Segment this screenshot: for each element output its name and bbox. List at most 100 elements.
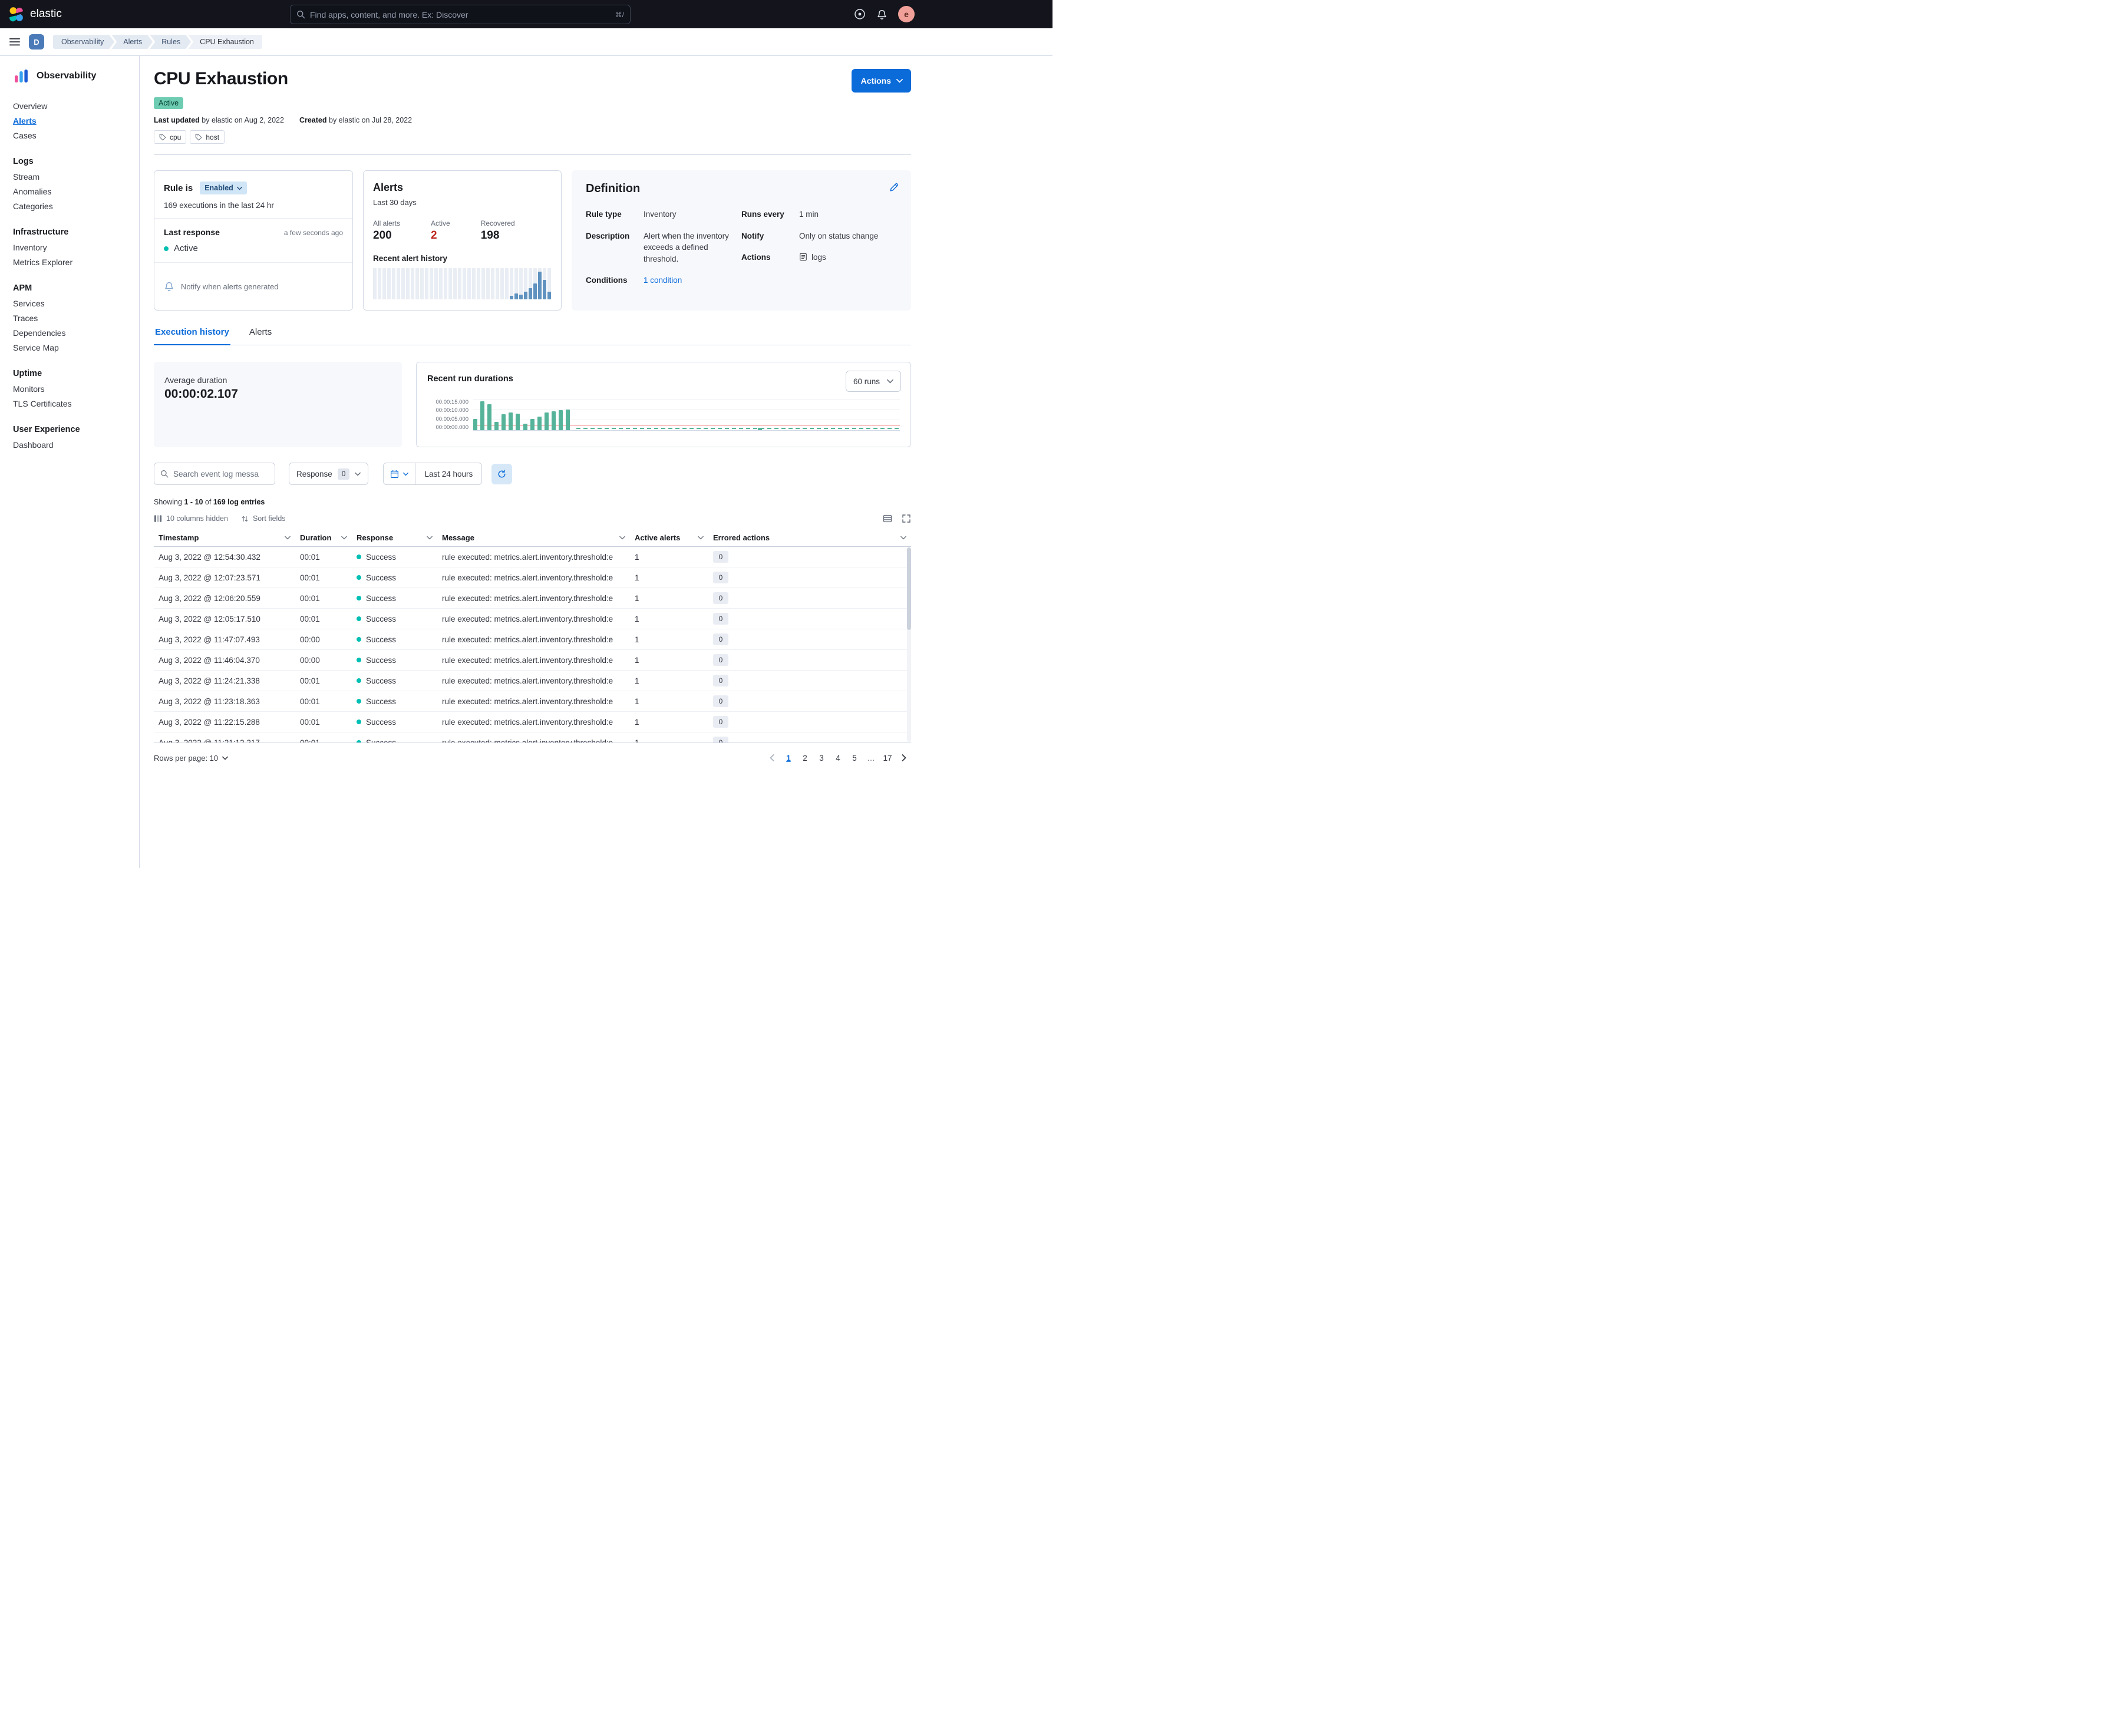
chevron-down-icon[interactable]: [341, 536, 347, 540]
column-header-active-alerts[interactable]: Active alerts: [630, 533, 708, 542]
history-bar-slot: [481, 268, 485, 299]
history-bar-slot: [373, 268, 377, 299]
actions-button[interactable]: Actions: [852, 69, 911, 93]
tag-badge-host[interactable]: host: [190, 130, 225, 144]
page-button-3[interactable]: 3: [814, 751, 829, 765]
page-button-17[interactable]: 17: [880, 751, 895, 765]
rows-per-page-button[interactable]: Rows per page: 10: [154, 754, 228, 763]
sidebar-item-traces[interactable]: Traces: [13, 311, 131, 325]
cell-errored-actions: 0: [708, 654, 911, 666]
date-picker-menu-button[interactable]: [384, 463, 415, 484]
history-bar-slot: [439, 268, 443, 299]
column-header-message[interactable]: Message: [437, 533, 630, 542]
chevron-down-icon[interactable]: [427, 536, 433, 540]
run-duration-bar: [509, 412, 513, 430]
history-bar-slot: [406, 268, 410, 299]
cell-duration: 00:01: [295, 594, 352, 603]
next-page-button[interactable]: [897, 751, 911, 765]
enabled-badge[interactable]: Enabled: [200, 181, 247, 194]
tab-execution-history[interactable]: Execution history: [154, 327, 230, 345]
sidebar-item-alerts[interactable]: Alerts: [13, 113, 131, 128]
history-bar-slot: [491, 268, 494, 299]
tag-icon: [195, 134, 202, 141]
sidebar-item-dashboard[interactable]: Dashboard: [13, 437, 131, 452]
executions-count: 169 executions in the last 24 hr: [164, 201, 343, 210]
refresh-button[interactable]: [491, 464, 512, 484]
fullscreen-icon[interactable]: [902, 514, 911, 523]
sidebar-item-stream[interactable]: Stream: [13, 169, 131, 184]
sidebar-item-tls-certificates[interactable]: TLS Certificates: [13, 396, 131, 411]
breadcrumb-bar: D ObservabilityAlertsRulesCPU Exhaustion: [0, 28, 1052, 56]
sidebar-item-service-map[interactable]: Service Map: [13, 340, 131, 355]
cell-duration: 00:01: [295, 718, 352, 727]
pagination: 12345…17: [765, 751, 911, 765]
breadcrumb-item-cpu-exhaustion[interactable]: CPU Exhaustion: [188, 35, 262, 49]
run-duration-bar: [501, 414, 506, 430]
sidebar-item-anomalies[interactable]: Anomalies: [13, 184, 131, 199]
sidebar-item-inventory[interactable]: Inventory: [13, 240, 131, 255]
execution-log-grid: TimestampDurationResponseMessageActive a…: [154, 529, 911, 743]
display-options-icon[interactable]: [883, 514, 892, 523]
elastic-brand[interactable]: elastic: [8, 6, 62, 22]
stat-active: Active 2: [431, 219, 450, 242]
sidebar-item-monitors[interactable]: Monitors: [13, 381, 131, 396]
time-range-button[interactable]: Last 24 hours: [415, 463, 481, 484]
column-header-response[interactable]: Response: [352, 533, 437, 542]
breadcrumb-item-alerts[interactable]: Alerts: [111, 35, 153, 49]
page-button-4[interactable]: 4: [831, 751, 845, 765]
cell-duration: 00:01: [295, 615, 352, 623]
global-search-input[interactable]: [310, 10, 611, 19]
chevron-down-icon[interactable]: [698, 536, 704, 540]
cell-message: rule executed: metrics.alert.inventory.t…: [437, 676, 630, 685]
cell-timestamp: Aug 3, 2022 @ 12:06:20.559: [154, 594, 295, 603]
global-search[interactable]: ⌘/: [290, 5, 631, 24]
sidebar-item-categories[interactable]: Categories: [13, 199, 131, 213]
notifications-bell-icon[interactable]: [876, 9, 887, 20]
tag-badge-cpu[interactable]: cpu: [154, 130, 186, 144]
breadcrumb-item-observability[interactable]: Observability: [53, 35, 114, 49]
page-button-1[interactable]: 1: [781, 751, 796, 765]
space-avatar[interactable]: D: [29, 34, 44, 49]
scrollbar-thumb[interactable]: [907, 547, 911, 630]
menu-hamburger-icon[interactable]: [9, 37, 20, 47]
chevron-down-icon[interactable]: [900, 536, 906, 540]
sidebar-item-dependencies[interactable]: Dependencies: [13, 325, 131, 340]
column-header-duration[interactable]: Duration: [295, 533, 352, 542]
cell-message: rule executed: metrics.alert.inventory.t…: [437, 594, 630, 603]
sort-fields-button[interactable]: Sort fields: [241, 514, 286, 523]
breadcrumb-item-rules[interactable]: Rules: [150, 35, 191, 49]
cell-timestamp: Aug 3, 2022 @ 12:05:17.510: [154, 615, 295, 623]
response-filter-button[interactable]: Response 0: [289, 463, 368, 485]
sidebar-item-services[interactable]: Services: [13, 296, 131, 311]
history-bar-slot: [425, 268, 428, 299]
run-duration-bar: [473, 419, 477, 430]
alert-history-label: Recent alert history: [373, 254, 552, 263]
page-button-2[interactable]: 2: [798, 751, 812, 765]
column-header-errored-actions[interactable]: Errored actions: [708, 533, 911, 542]
guided-setup-icon[interactable]: [854, 8, 866, 20]
columns-hidden-button[interactable]: 10 columns hidden: [154, 514, 228, 523]
conditions-link[interactable]: 1 condition: [644, 275, 682, 286]
user-avatar[interactable]: e: [898, 6, 915, 22]
cell-duration: 00:01: [295, 573, 352, 582]
sidebar-item-cases[interactable]: Cases: [13, 128, 131, 143]
chevron-down-icon[interactable]: [619, 536, 625, 540]
y-tick-label: 00:00:10.000: [427, 407, 468, 414]
chevron-down-icon[interactable]: [285, 536, 291, 540]
sidebar-item-metrics-explorer[interactable]: Metrics Explorer: [13, 255, 131, 269]
previous-page-button[interactable]: [765, 751, 779, 765]
event-log-search[interactable]: [154, 463, 275, 485]
cell-message: rule executed: metrics.alert.inventory.t…: [437, 697, 630, 706]
runs-range-value: 60 runs: [853, 377, 880, 386]
tab-alerts[interactable]: Alerts: [248, 327, 273, 345]
y-tick-label: 00:00:00.000: [427, 424, 468, 431]
column-header-timestamp[interactable]: Timestamp: [154, 533, 295, 542]
table-row: Aug 3, 2022 @ 12:54:30.432 00:01 Success…: [154, 547, 911, 567]
edit-pencil-icon[interactable]: [889, 182, 899, 192]
success-dot: [357, 720, 361, 724]
sidebar-item-overview[interactable]: Overview: [13, 98, 131, 113]
runs-range-select[interactable]: 60 runs: [846, 371, 901, 392]
event-log-search-input[interactable]: [173, 470, 269, 478]
page-button-5[interactable]: 5: [847, 751, 862, 765]
grid-scrollbar[interactable]: [907, 547, 911, 742]
